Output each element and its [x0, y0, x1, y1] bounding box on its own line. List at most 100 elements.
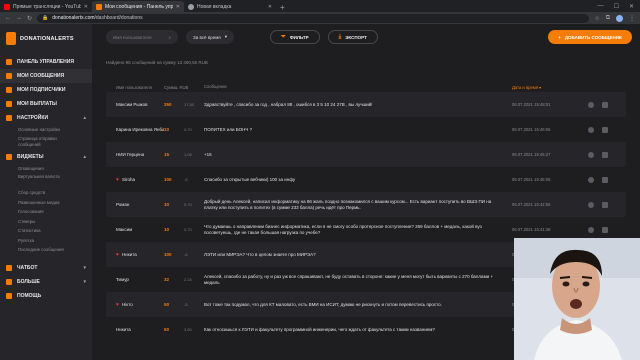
- close-icon[interactable]: ✕: [268, 4, 272, 10]
- browser-tab-donations[interactable]: Мои сообщения - Панель упр ✕: [92, 1, 184, 12]
- lock-icon: 🔒: [42, 15, 49, 21]
- cell-commission: 17,50: [184, 102, 195, 107]
- cell-message: Как относишься к ЛЭТИ и факультету прогр…: [204, 326, 435, 332]
- replay-icon[interactable]: [588, 201, 594, 208]
- sidebar-subitem-main-settings[interactable]: Основные настройки: [0, 125, 92, 135]
- profile-avatar[interactable]: [616, 14, 623, 22]
- results-summary: Найдено 95 сообщений на сумму 13 400,55 …: [106, 60, 208, 65]
- url-path: /dashboard/donations: [94, 15, 143, 21]
- cell-user: ♥ Никита: [106, 252, 164, 258]
- browser-tab-youtube[interactable]: Прямые трансляции - YouTube ✕: [0, 1, 92, 12]
- sidebar-item-chatbot[interactable]: ЧАТБОТ ▾: [0, 261, 92, 275]
- cell-amount: 50: [164, 302, 170, 307]
- cell-commission: -5: [184, 252, 188, 257]
- cell-amount: 32: [164, 277, 170, 282]
- sidebar-item-help[interactable]: ПОМОЩЬ: [0, 289, 92, 303]
- cell-user: Тимур: [106, 277, 164, 282]
- heart-icon: ♥: [116, 301, 119, 308]
- cell-amount: 250: [164, 102, 172, 107]
- replay-icon[interactable]: [588, 126, 594, 133]
- sidebar-item-more[interactable]: БОЛЬШЕ ▾: [0, 275, 92, 289]
- header-date[interactable]: Дата и время ▾: [512, 85, 576, 90]
- table-row[interactable]: Карина Ирековна Янбаева10 0,70 ПОЛИТЕХ или…: [106, 117, 626, 142]
- close-icon[interactable]: ✕: [176, 4, 180, 10]
- filter-icon: ⏷: [281, 33, 286, 40]
- tab-label: Мои сообщения - Панель упр: [105, 3, 173, 10]
- replay-icon[interactable]: [588, 226, 594, 233]
- extensions-icon[interactable]: ⧉: [606, 15, 610, 22]
- sidebar-item-widgets[interactable]: ВИДЖЕТЫ ▴: [0, 150, 92, 164]
- forward-icon[interactable]: →: [16, 15, 22, 21]
- reload-icon[interactable]: ↻: [27, 15, 32, 22]
- sidebar-subitem-send-page[interactable]: Страница отправки сообщений: [0, 135, 92, 150]
- sidebar-item-label: МОИ СООБЩЕНИЯ: [17, 73, 65, 79]
- sidebar-subitem-widget[interactable]: Статистика: [0, 226, 92, 236]
- brand[interactable]: DONATIONALERTS: [0, 24, 92, 55]
- sidebar-item-label: НАСТРОЙКИ: [17, 115, 49, 121]
- more-icon: [6, 278, 12, 285]
- cell-message: Вот тоже так подумал, что для КТ маловат…: [204, 301, 442, 307]
- sidebar-item-label: ПОМОЩЬ: [17, 292, 42, 299]
- sidebar-item-dashboard[interactable]: ПАНЕЛЬ УПРАВЛЕНИЯ: [0, 55, 92, 69]
- maximize-icon[interactable]: ☐: [614, 3, 619, 10]
- browser-tab-new[interactable]: Новая вкладка ✕: [184, 1, 276, 12]
- sidebar-subitem-widget[interactable]: Виртуальная валюта: [0, 173, 92, 188]
- star-icon[interactable]: ☆: [594, 15, 599, 22]
- replay-icon[interactable]: [588, 151, 594, 158]
- header-date-label: Дата и время: [512, 84, 538, 90]
- sidebar-item-payouts[interactable]: МОИ ВЫПЛАТЫ: [0, 97, 92, 111]
- table-row[interactable]: НИИ Герцена 15 1,05 +15 06.07.2021 15:45:27: [106, 142, 626, 167]
- close-window-icon[interactable]: ✕: [629, 3, 634, 10]
- sidebar-subitem-widget[interactable]: Стикеры: [0, 217, 92, 227]
- replay-icon[interactable]: [588, 176, 594, 183]
- cell-commission: 2,24: [184, 277, 192, 282]
- header-message: Сообщение: [204, 84, 227, 89]
- sidebar-subitem-widget[interactable]: Оповещения: [0, 164, 92, 174]
- sidebar-subitem-widget[interactable]: Последние сообщения: [0, 245, 92, 255]
- back-icon[interactable]: ←: [5, 15, 11, 21]
- table-row[interactable]: Роман 10 0,70 Добрый день Алексей, написал …: [106, 192, 626, 217]
- table-row[interactable]: ♥ Siroha 100 -5 Спасибо за открытые вебчики)…: [106, 167, 626, 192]
- globe-icon: [188, 3, 194, 10]
- trash-icon[interactable]: [602, 176, 608, 183]
- cell-date: 06.07.2021 15:45:27: [512, 152, 551, 157]
- filter-button[interactable]: ⏷ ФИЛЬТР: [270, 30, 320, 44]
- user-name: Никита: [121, 252, 137, 257]
- search-input[interactable]: Имя пользователя ⌕: [106, 30, 178, 44]
- header-amount[interactable]: Сумма, RUB: [164, 85, 204, 90]
- trash-icon[interactable]: [602, 126, 608, 133]
- sidebar-item-messages[interactable]: МОИ СООБЩЕНИЯ: [0, 69, 92, 83]
- sidebar-subitem-widget[interactable]: Рулетка: [0, 236, 92, 246]
- sidebar: DONATIONALERTS ПАНЕЛЬ УПРАВЛЕНИЯ МОИ СОО…: [0, 24, 92, 360]
- trash-icon[interactable]: [602, 201, 608, 208]
- close-icon[interactable]: ✕: [84, 4, 88, 10]
- trash-icon[interactable]: [602, 101, 608, 108]
- new-tab-button[interactable]: +: [276, 3, 289, 12]
- trash-icon[interactable]: [602, 151, 608, 158]
- subscribers-icon: [6, 87, 12, 93]
- trash-icon[interactable]: [602, 226, 608, 233]
- sidebar-subitem-widget[interactable]: Развешенные медиа: [0, 198, 92, 208]
- cell-amount: 50: [164, 327, 170, 332]
- sidebar-item-settings[interactable]: НАСТРОЙКИ ▴: [0, 111, 92, 125]
- dashboard-icon: [6, 59, 12, 65]
- minimize-icon[interactable]: —: [598, 3, 604, 9]
- sidebar-item-subscribers[interactable]: МОИ ПОДПИСЧИКИ: [0, 83, 92, 97]
- cell-commission: 0,70: [184, 127, 192, 132]
- heart-icon: ♥: [116, 176, 119, 183]
- header-user[interactable]: Имя пользователя: [106, 85, 164, 90]
- replay-icon[interactable]: [588, 101, 594, 108]
- browser-toolbar: ← → ↻ 🔒 donationalerts.com/dashboard/don…: [0, 12, 640, 24]
- user-name: Карина Ирековна Янбаева: [116, 127, 164, 132]
- period-select[interactable]: За всё время ▾: [186, 30, 234, 44]
- cell-message: Алексей, спасибо за работу, ну и раз уж …: [204, 273, 494, 285]
- export-button[interactable]: ⤓ ЭКСПОРТ: [327, 30, 378, 44]
- table-row[interactable]: Максим Рыжов 250 17,50 Здравствуйте , спаси…: [106, 92, 626, 117]
- add-message-button[interactable]: + ДОБАВИТЬ СООБЩЕНИЕ: [548, 30, 632, 44]
- menu-icon[interactable]: ⋮: [629, 15, 635, 22]
- address-bar[interactable]: 🔒 donationalerts.com/dashboard/donations: [37, 13, 590, 23]
- sidebar-subitem-widget[interactable]: Голосования: [0, 207, 92, 217]
- brand-name: DONATIONALERTS: [20, 35, 74, 42]
- user-name: Роман: [116, 202, 130, 207]
- sidebar-subitem-widget[interactable]: Сбор средств: [0, 188, 92, 198]
